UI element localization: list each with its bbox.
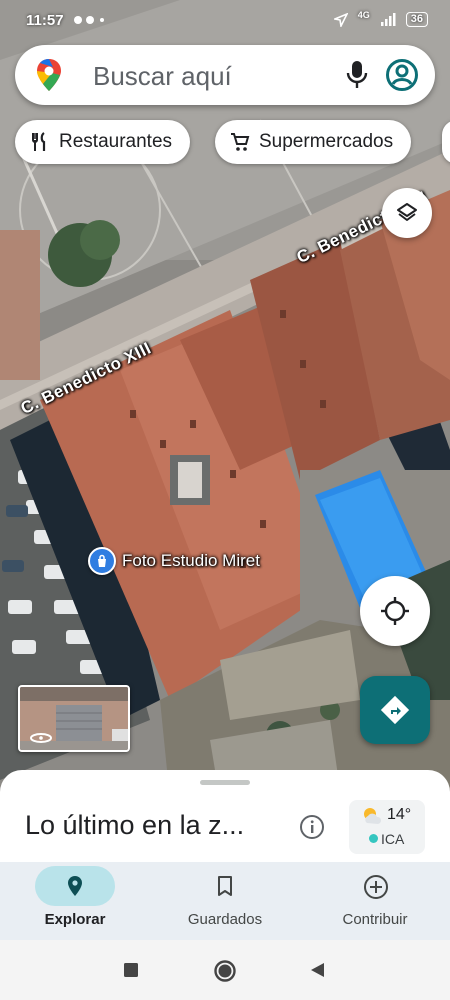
recents-square-icon[interactable] [124, 963, 138, 977]
nav-label: Explorar [44, 911, 106, 928]
place-name: Foto Estudio Miret [122, 551, 260, 570]
turn-arrow-icon [380, 695, 410, 725]
weather-widget[interactable]: 14° ICA [349, 800, 425, 854]
home-circle-icon[interactable] [213, 959, 237, 983]
system-navigation-bar [0, 940, 450, 1000]
aqi-dot [369, 834, 378, 843]
chip-label: Restaurantes [59, 131, 173, 152]
info-icon[interactable] [299, 814, 325, 840]
nav-label: Contribuir [342, 911, 408, 928]
shopping-cart-icon [231, 133, 250, 151]
search-bar[interactable]: Buscar aquí [15, 45, 435, 105]
directions-button[interactable] [360, 676, 430, 744]
microphone-icon[interactable] [345, 60, 369, 90]
fork-knife-icon [32, 132, 46, 151]
nav-item-contribuir[interactable]: Contribuir [300, 862, 450, 940]
sheet-title: Lo último en la z... [25, 810, 245, 840]
status-bar: 11:57 4G 36 [0, 0, 450, 40]
network-type: 4G [357, 9, 370, 20]
aqi-label: ICA [381, 831, 405, 847]
crosshair-icon [381, 597, 409, 625]
chip-label: Supermercados [259, 131, 394, 152]
bottom-sheet[interactable]: Lo último en la z... 14° ICA [0, 770, 450, 862]
bottom-navigation: Explorar Guardados Contribuir [0, 862, 450, 940]
location-pin-icon [68, 876, 82, 896]
battery-indicator: 36 [405, 12, 428, 27]
location-arrow-icon [333, 12, 348, 27]
layers-icon [397, 203, 417, 221]
place-marker[interactable]: Foto Estudio Miret [88, 547, 260, 575]
notification-dots-icon [74, 16, 104, 24]
nav-label: Guardados [187, 911, 263, 928]
back-triangle-icon[interactable] [309, 962, 325, 978]
nav-item-guardados[interactable]: Guardados [150, 862, 300, 940]
status-time: 11:57 [26, 12, 64, 29]
search-placeholder: Buscar aquí [93, 61, 232, 91]
partly-cloudy-icon [364, 808, 382, 824]
street-view-thumbnail[interactable] [18, 685, 130, 752]
chip-restaurantes[interactable]: Restaurantes [15, 120, 191, 164]
signal-icon [380, 12, 396, 26]
plus-circle-icon [364, 875, 388, 899]
bookmark-icon [218, 876, 232, 896]
layers-button[interactable] [382, 188, 432, 238]
rotate-360-icon [30, 733, 52, 743]
shopping-bag-icon [88, 547, 116, 575]
nav-item-explorar[interactable]: Explorar [0, 862, 150, 940]
google-maps-logo [37, 59, 61, 91]
weather-temperature: 14° [387, 806, 412, 823]
my-location-button[interactable] [360, 576, 430, 646]
drag-handle[interactable] [200, 780, 250, 785]
chip-supermercados[interactable]: Supermercados [215, 120, 412, 164]
account-icon[interactable] [385, 58, 419, 92]
